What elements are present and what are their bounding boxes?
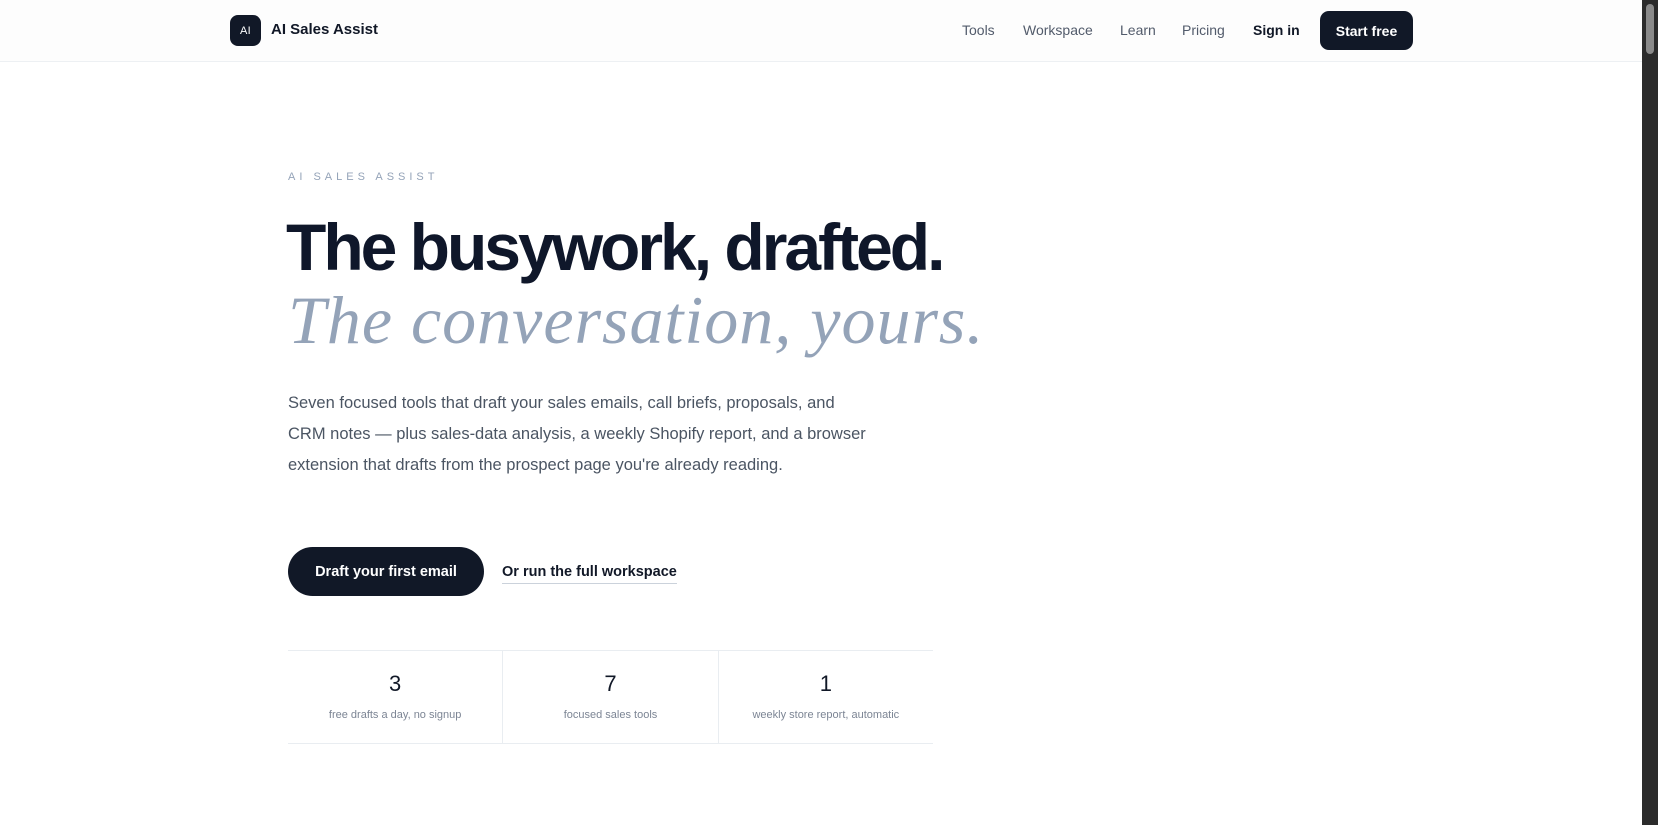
nav-link-learn[interactable]: Learn [1120, 22, 1156, 38]
sign-in-link[interactable]: Sign in [1253, 22, 1300, 38]
stat-label: focused sales tools [563, 709, 658, 721]
stat-label: free drafts a day, no signup [328, 709, 462, 721]
hero-headline-italic: The conversation, yours. [288, 282, 985, 358]
hero-description: Seven focused tools that draft your sale… [288, 394, 866, 474]
top-navigation-bar: AI AI Sales Assist Tools Workspace Learn… [0, 0, 1642, 62]
brand-name[interactable]: AI Sales Assist [271, 21, 378, 38]
page-scrollbar[interactable] [1642, 0, 1658, 825]
stat-store-report: 1 weekly store report, automatic [717, 651, 933, 743]
hero-headline: The busywork, drafted. [286, 210, 945, 284]
nav-link-pricing[interactable]: Pricing [1182, 22, 1225, 38]
stat-free-drafts: 3 free drafts a day, no signup [288, 651, 502, 743]
nav-link-workspace[interactable]: Workspace [1023, 22, 1093, 38]
start-free-button[interactable]: Start free [1320, 11, 1413, 50]
stat-sales-tools: 7 focused sales tools [502, 651, 717, 743]
draft-first-email-button[interactable]: Draft your first email [288, 547, 484, 596]
scrollbar-thumb[interactable] [1646, 4, 1654, 54]
run-full-workspace-link[interactable]: Or run the full workspace [502, 564, 677, 584]
stat-value: 7 [604, 671, 617, 696]
brand-logo[interactable]: AI [230, 15, 261, 46]
hero-eyebrow: AI SALES ASSIST [288, 171, 439, 183]
stat-value: 1 [819, 671, 832, 696]
stats-row: 3 free drafts a day, no signup 7 focused… [288, 650, 933, 744]
stat-label: weekly store report, automatic [752, 709, 900, 721]
stat-value: 3 [389, 671, 402, 696]
nav-link-tools[interactable]: Tools [962, 22, 995, 38]
